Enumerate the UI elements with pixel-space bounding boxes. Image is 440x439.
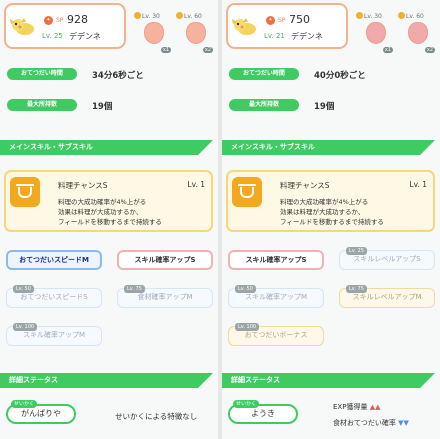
subskill-chip[interactable]: スキル確率アップS [117,250,213,270]
ingredient-count: x1 [382,47,393,53]
nature-tag: せいかく [11,400,38,408]
sp-value: 750 [289,13,310,26]
subskill-chip[interactable]: Lv. 75 食材確率アップM [117,285,213,308]
cooking-pot-icon [232,177,262,207]
max-carry-label: 最大所持数 [7,99,77,111]
ingredient-slot[interactable]: Lv. 60 x2 [176,11,216,53]
skill-section-banner: メインスキル・サブスキル [222,140,435,155]
help-time-value: 34分6秒ごと [92,71,144,81]
pokemon-name: デデンネ [69,32,101,41]
subskill-chip[interactable]: Lv. 50 スキル確率アップM [228,285,324,308]
ingredient-level: Lv. 30 [356,12,382,20]
subskill-unlock-level: Lv. 75 [124,285,145,293]
main-skill-card[interactable]: 料理チャンスS Lv. 1 料理の大成功確率が4%上がる 効果は料理が大成功する… [4,170,213,232]
main-skill-name: 料理チャンスS [280,181,330,190]
subskill-unlock-level: Lv. 100 [13,323,38,331]
help-time-label: おてつだい時間 [7,68,77,80]
ingredient-icon [186,22,206,44]
max-carry-value: 19個 [92,102,113,112]
main-skill-name: 料理チャンスS [58,181,108,190]
pokemon-card[interactable]: ✦ SP 928 Lv. 25 デデンネ [4,3,126,49]
subskill-chip[interactable]: おてつだいスピードM [6,250,102,270]
pokemon-icon [10,18,34,35]
subskill-chip[interactable]: Lv. 50 おてつだいスピードS [6,285,102,308]
help-time-value: 40分0秒ごと [314,71,366,81]
ingredient-count: x2 [202,47,213,53]
sp-value: 928 [67,13,88,26]
max-carry-value: 19個 [314,102,335,112]
status-section-banner: 詳細ステータス [0,373,213,388]
sp-icon: ✦ [44,16,53,25]
lock-icon [356,12,363,19]
skill-section-banner: メインスキル・サブスキル [0,140,213,155]
ingredient-level: Lv. 60 [176,12,202,20]
subskill-chip[interactable]: スキル確率アップS [228,250,324,270]
ingredient-slot[interactable]: Lv. 30 x1 [134,11,174,53]
cooking-pot-icon [10,177,40,207]
pokemon-level: Lv. 21 [264,32,285,40]
sp-icon: ✦ [266,16,275,25]
pokemon-level: Lv. 25 [42,32,63,40]
ingredient-level: Lv. 60 [398,12,424,20]
subskill-chip[interactable]: Lv. 100 おてつだいボーナス [228,323,324,346]
nature-tag: せいかく [233,400,260,408]
subskill-unlock-level: Lv. 100 [235,323,260,331]
main-skill-description: 料理の大成功確率が4%上がる 効果は料理が大成功するか、 フィールドを移動するま… [280,198,384,226]
nature-effect: せいかくによる特徴なし [115,412,198,421]
subskill-chip[interactable]: Lv. 75 スキルレベルアップM [339,285,435,308]
subskill-unlock-level: Lv. 50 [13,285,34,293]
main-skill-card[interactable]: 料理チャンスS Lv. 1 料理の大成功確率が4%上がる 効果は料理が大成功する… [226,170,435,232]
pokemon-icon [232,18,256,35]
nature-effect-down: 食材おてつだい確率 ▼▼ [333,419,409,427]
pokemon-name: デデンネ [291,32,323,41]
ingredient-count: x2 [424,47,435,53]
left-panel: ✦ SP 928 Lv. 25 デデンネ Lv. 30 x1 Lv. 60 x2… [0,0,218,439]
ingredient-level: Lv. 30 [134,12,160,20]
help-time-label: おてつだい時間 [229,68,299,80]
ingredient-slot[interactable]: Lv. 60 x2 [398,11,438,53]
down-arrows-icon: ▼▼ [398,419,409,427]
sp-label: SP [278,17,286,24]
ingredient-icon [144,22,164,44]
subskill-unlock-level: Lv. 50 [235,285,256,293]
lock-icon [134,12,141,19]
sp-label: SP [56,17,64,24]
subskill-chip[interactable]: Lv. 25 スキルレベルアップS [339,247,435,270]
subskill-unlock-level: Lv. 75 [346,285,367,293]
main-skill-level: Lv. 1 [409,180,427,189]
ingredient-icon [366,22,386,44]
lock-icon [398,12,405,19]
ingredient-slot[interactable]: Lv. 30 x1 [356,11,396,53]
main-skill-level: Lv. 1 [187,180,205,189]
right-panel: ✦ SP 750 Lv. 21 デデンネ Lv. 30 x1 Lv. 60 x2… [222,0,440,439]
up-arrows-icon: ▲▲ [369,403,381,411]
pokemon-card[interactable]: ✦ SP 750 Lv. 21 デデンネ [226,3,348,49]
nature-effect-up: EXP獲得量 ▲▲ [333,403,381,411]
status-section-banner: 詳細ステータス [222,373,435,388]
subskill-chip[interactable]: Lv. 100 スキル確率アップM [6,323,102,346]
ingredient-icon [408,22,428,44]
main-skill-description: 料理の大成功確率が4%上がる 効果は料理が大成功するか、 フィールドを移動するま… [58,198,162,226]
max-carry-label: 最大所持数 [229,99,299,111]
subskill-unlock-level: Lv. 25 [346,247,367,255]
ingredient-count: x1 [160,47,171,53]
lock-icon [176,12,183,19]
